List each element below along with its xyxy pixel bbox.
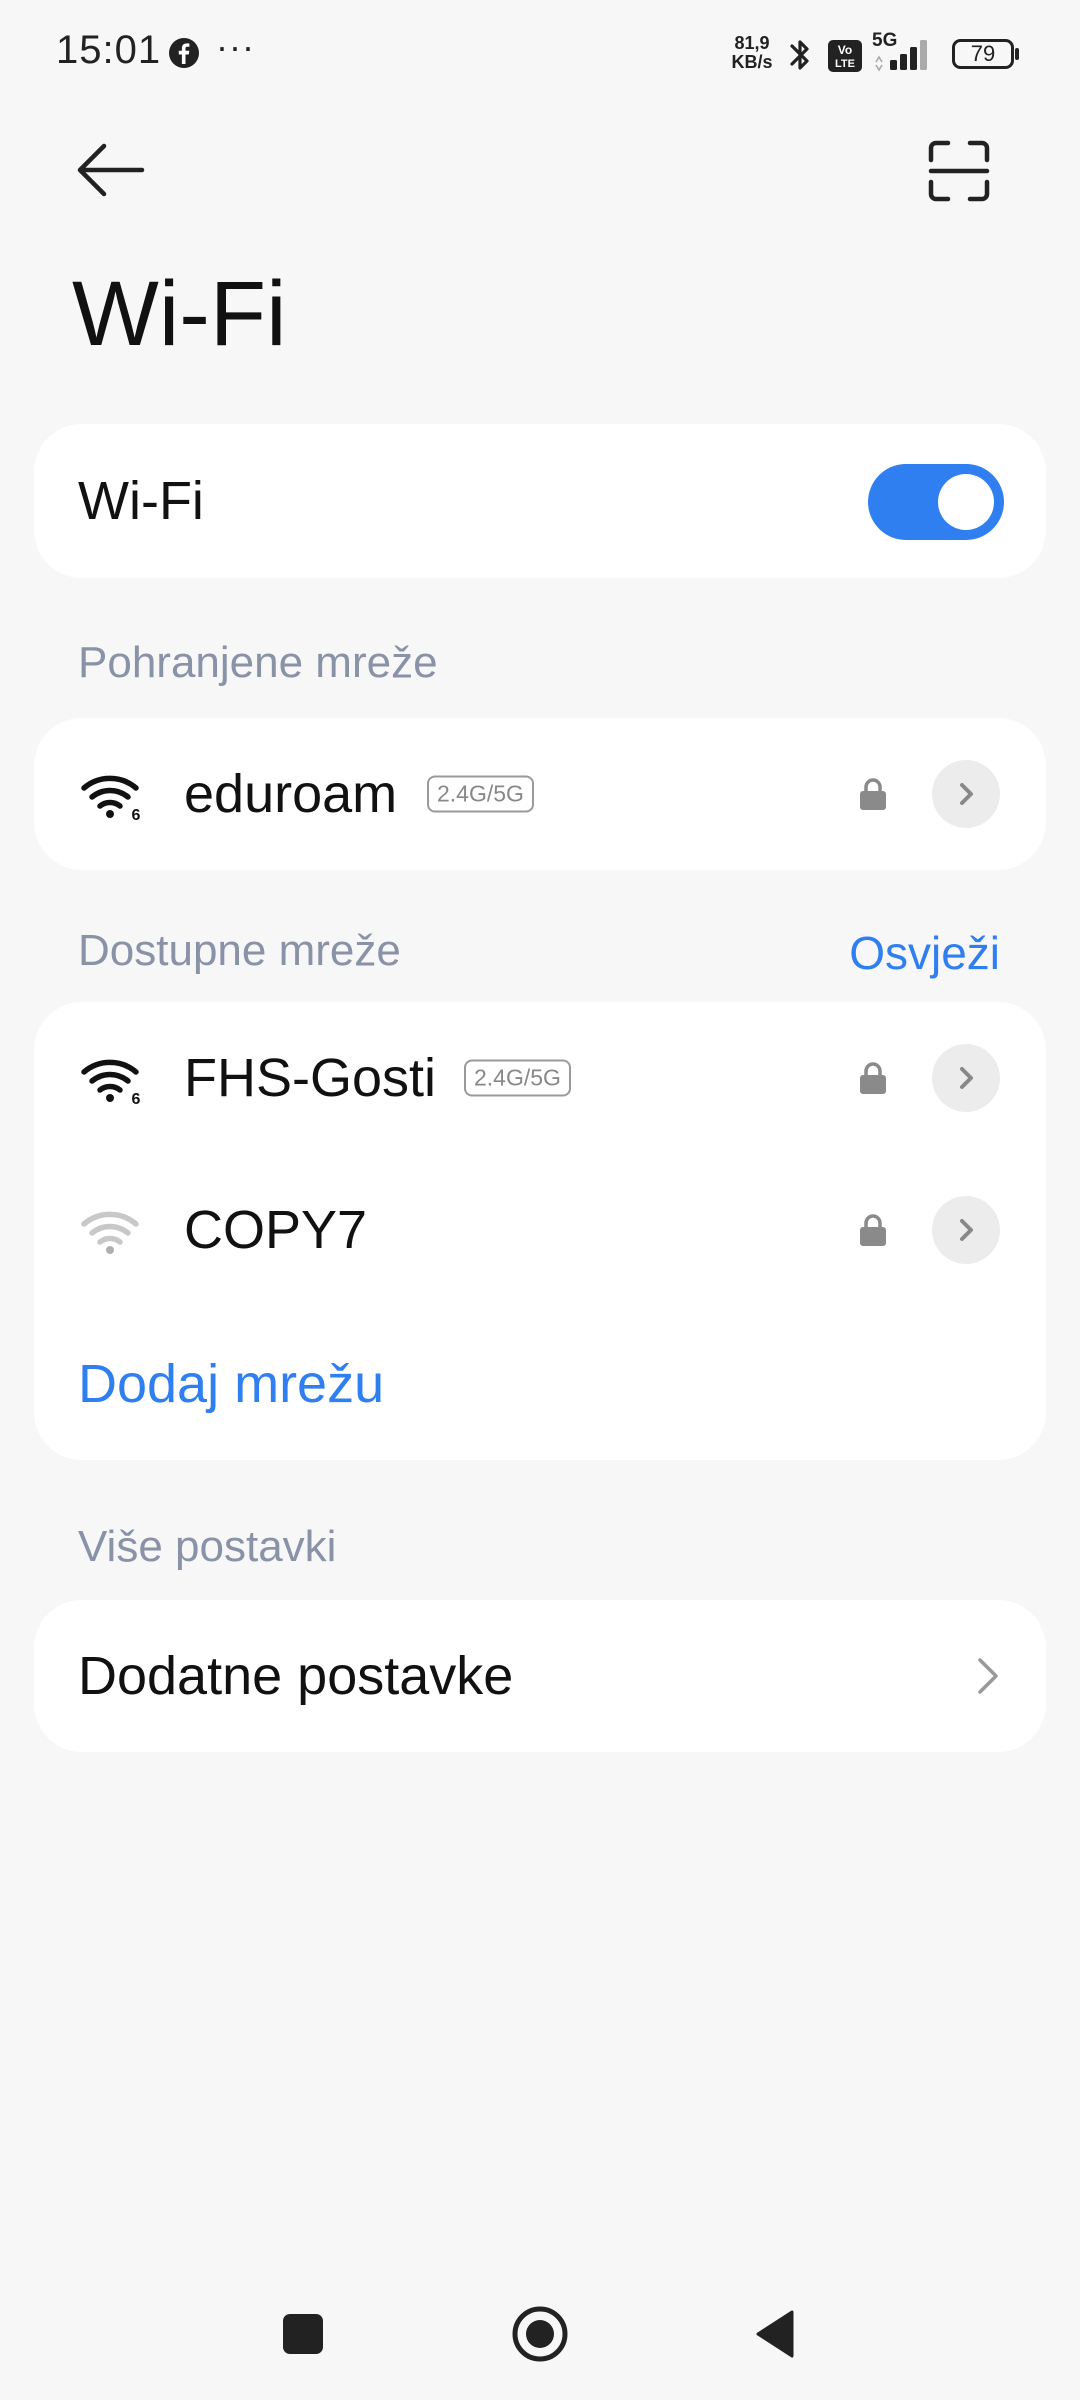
svg-text:6: 6	[132, 807, 141, 820]
facebook-icon	[169, 38, 199, 68]
wifi-6-icon: 6	[81, 1059, 141, 1104]
wifi-weak-icon	[81, 1211, 139, 1254]
network-name: COPY7	[184, 1200, 368, 1260]
net-speed-value: 81,9	[734, 33, 770, 53]
network-details-button[interactable]	[932, 1044, 1000, 1112]
scan-icon[interactable]	[926, 138, 992, 204]
saved-networks-card: 6 eduroam 2.4G/5G	[34, 718, 1046, 870]
net-speed: 81,9 KB/s	[727, 34, 777, 72]
available-networks-card: 6 FHS-Gosti 2.4G/5G COPY7 Dodaj mrežu	[34, 1002, 1046, 1460]
network-row-eduroam[interactable]: 6 eduroam 2.4G/5G	[34, 718, 1046, 870]
wifi-6-icon: 6	[81, 775, 141, 820]
more-settings-card: Dodatne postavke	[34, 1600, 1046, 1752]
refresh-button[interactable]: Osvježi	[849, 926, 1000, 980]
arrow-left-icon[interactable]	[66, 130, 156, 210]
lock-icon	[860, 1214, 886, 1246]
network-details-button[interactable]	[932, 760, 1000, 828]
net-speed-unit: KB/s	[731, 52, 773, 72]
toggle-knob	[938, 474, 994, 530]
network-name: FHS-Gosti	[184, 1048, 437, 1108]
volte-bottom-text: LTE	[835, 58, 855, 70]
navigation-bar	[0, 2290, 1080, 2380]
bluetooth-icon	[790, 40, 809, 70]
wifi-toggle-label: Wi-Fi	[78, 471, 204, 531]
volte-icon: Vo LTE	[828, 40, 862, 72]
battery-level: 79	[970, 41, 996, 66]
network-name: eduroam	[184, 764, 398, 824]
chevron-right-icon	[960, 1067, 973, 1089]
additional-settings-label: Dodatne postavke	[78, 1646, 514, 1706]
chevron-right-icon	[960, 783, 973, 805]
lock-icon	[860, 1062, 886, 1094]
signal-icon	[875, 40, 927, 72]
band-badge: 2.4G/5G	[464, 1059, 571, 1097]
network-row-copy7[interactable]: COPY7	[34, 1154, 1046, 1306]
chevron-right-icon	[960, 1219, 973, 1241]
back-triangle-icon[interactable]	[752, 2306, 796, 2362]
add-network-row[interactable]: Dodaj mrežu	[34, 1308, 1046, 1460]
page-title: Wi-Fi	[72, 263, 287, 365]
svg-text:6: 6	[132, 1091, 141, 1104]
network-row-fhs-gosti[interactable]: 6 FHS-Gosti 2.4G/5G	[34, 1002, 1046, 1154]
band-badge: 2.4G/5G	[427, 775, 534, 813]
chevron-right-icon	[978, 1658, 998, 1694]
status-bar: 15:01 ··· 81,9 KB/s Vo LTE 5G 79	[0, 0, 1080, 108]
additional-settings-row[interactable]: Dodatne postavke	[34, 1600, 1046, 1752]
more-notifications-icon: ···	[216, 26, 255, 67]
more-settings-label: Više postavki	[78, 1522, 337, 1571]
volte-top-text: Vo	[838, 43, 852, 57]
home-circle-icon[interactable]	[510, 2304, 570, 2364]
status-time: 15:01	[56, 28, 162, 72]
lock-icon	[860, 778, 886, 810]
add-network-button[interactable]: Dodaj mrežu	[78, 1353, 384, 1415]
wifi-toggle-card: Wi-Fi	[34, 424, 1046, 578]
network-details-button[interactable]	[932, 1196, 1000, 1264]
saved-networks-label: Pohranjene mreže	[78, 638, 438, 687]
wifi-toggle-switch[interactable]	[868, 464, 1004, 540]
recents-square-icon[interactable]	[283, 2314, 323, 2354]
available-networks-label: Dostupne mreže	[78, 926, 401, 975]
